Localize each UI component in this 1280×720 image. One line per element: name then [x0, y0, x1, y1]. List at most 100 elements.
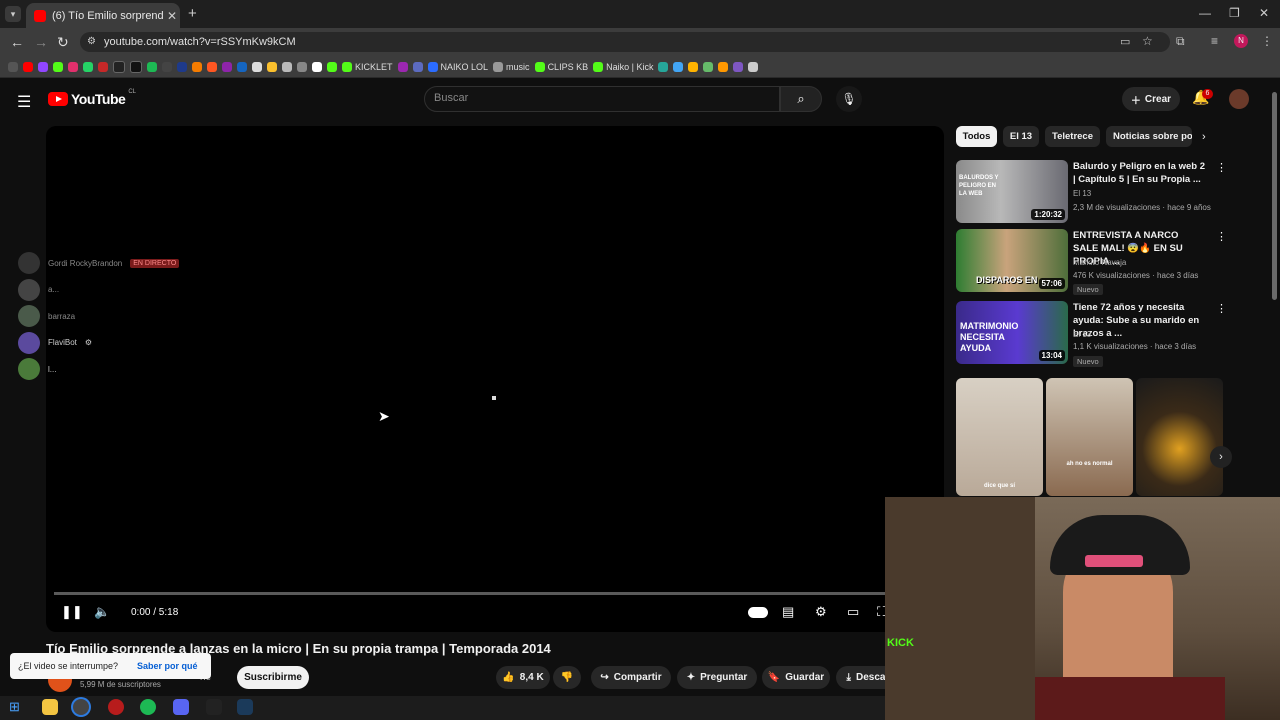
bookmark-icon[interactable]: [237, 61, 247, 72]
bookmark-icon[interactable]: [748, 61, 759, 72]
bookmark-icon[interactable]: [192, 61, 202, 72]
windows-start-icon[interactable]: ⊞: [9, 699, 25, 715]
learn-why-link[interactable]: Saber por qué: [137, 661, 198, 671]
recommended-video[interactable]: DISPAROS EN 57:06 ENTREVISTA A NARCO SAL…: [956, 229, 1227, 295]
bookmark-icon[interactable]: [733, 61, 744, 72]
bookmark-icon[interactable]: [658, 61, 669, 72]
bookmark-naiko-kick[interactable]: Naiko | Kick: [593, 61, 653, 72]
bookmark-icon[interactable]: [282, 61, 292, 72]
search-button[interactable]: ⌕: [780, 86, 822, 112]
rec-channel[interactable]: El 13: [1073, 189, 1091, 198]
new-tab-icon[interactable]: +: [188, 5, 197, 22]
miniplayer-icon[interactable]: ▭: [847, 604, 859, 620]
bookmark-icon[interactable]: [222, 61, 232, 72]
volume-icon[interactable]: 🔈: [94, 604, 110, 620]
restore-icon[interactable]: ❐: [1229, 6, 1240, 20]
app-icon[interactable]: [108, 699, 124, 715]
chip-el13[interactable]: El 13: [1003, 126, 1039, 147]
more-options-icon[interactable]: ⋮: [1216, 230, 1227, 243]
tab-search-icon[interactable]: ▾: [5, 6, 21, 22]
bookmark-clips-kb[interactable]: CLIPS KB: [534, 61, 588, 72]
bookmark-icon[interactable]: [688, 61, 699, 72]
create-button[interactable]: ＋ Crear: [1122, 87, 1180, 111]
rec-title[interactable]: Tiene 72 años y necesita ayuda: Sube a s…: [1073, 301, 1205, 340]
rec-channel[interactable]: Markito Navaja: [1073, 258, 1126, 267]
bookmark-star-icon[interactable]: ☆: [1142, 34, 1153, 48]
recommended-video[interactable]: BALURDOS Y PELIGRO EN LA WEB 1:20:32 Bal…: [956, 160, 1227, 226]
more-options-icon[interactable]: ⋮: [1216, 161, 1227, 174]
bookmark-icon[interactable]: [397, 61, 408, 72]
hamburger-menu-icon[interactable]: ☰: [17, 92, 31, 112]
video-thumbnail[interactable]: BALURDOS Y PELIGRO EN LA WEB 1:20:32: [956, 160, 1068, 223]
video-thumbnail[interactable]: DISPAROS EN 57:06: [956, 229, 1068, 292]
video-thumbnail[interactable]: MATRIMONIO NECESITA AYUDA 13:04: [956, 301, 1068, 364]
bookmark-icon[interactable]: [267, 61, 277, 72]
short-video[interactable]: dice que sí: [956, 378, 1043, 496]
rec-title[interactable]: Balurdo y Peligro en la web 2 | Capítulo…: [1073, 160, 1205, 186]
spotify-bookmark-icon[interactable]: [147, 61, 157, 72]
chevron-right-icon[interactable]: ›: [1202, 131, 1206, 143]
pause-icon[interactable]: ❚❚: [61, 604, 83, 620]
chrome-icon[interactable]: [73, 699, 89, 715]
bookmark-icon[interactable]: [297, 61, 307, 72]
settings-icon[interactable]: ⚙: [815, 604, 827, 620]
more-options-icon[interactable]: ⋮: [1216, 302, 1227, 315]
browser-tab[interactable]: (6) Tío Emilio sorprende a lanzas en la …: [26, 3, 180, 28]
shorts-next-icon[interactable]: ›: [1210, 446, 1232, 468]
url-text[interactable]: youtube.com/watch?v=rSSYmKw9kCM: [104, 36, 296, 48]
save-button[interactable]: 🔖 Guardar: [762, 666, 830, 689]
bookmark-icon[interactable]: [207, 61, 217, 72]
short-video[interactable]: [1136, 378, 1223, 496]
chip-teletrece[interactable]: Teletrece: [1045, 126, 1100, 147]
profile-avatar[interactable]: N: [1234, 34, 1248, 48]
bookmark-icon[interactable]: [312, 61, 322, 72]
forward-icon[interactable]: →: [34, 34, 48, 50]
bookmark-icon[interactable]: [177, 61, 187, 72]
voice-search-icon[interactable]: 🎙: [836, 86, 862, 112]
ask-button[interactable]: ✦ Preguntar: [677, 666, 757, 689]
tiktok-bookmark-icon[interactable]: [130, 60, 142, 73]
bookmark-naiko-lol[interactable]: NAIKO LOL: [427, 61, 488, 72]
cast-icon[interactable]: ▭: [1120, 35, 1130, 48]
twitch-bookmark-icon[interactable]: [38, 61, 48, 72]
kick-bookmark-icon[interactable]: [53, 61, 63, 72]
rec-channel[interactable]: El 13: [1073, 330, 1091, 339]
site-info-icon[interactable]: ⚙: [87, 36, 96, 47]
recommended-video[interactable]: MATRIMONIO NECESITA AYUDA 13:04 Tiene 72…: [956, 301, 1227, 367]
extensions-icon[interactable]: ⧉: [1176, 34, 1185, 49]
obs-icon[interactable]: [206, 699, 222, 715]
file-explorer-icon[interactable]: [42, 699, 58, 715]
chip-all[interactable]: Todos: [956, 126, 997, 147]
youtube-logo[interactable]: YouTube CL: [48, 89, 136, 107]
bookmark-music[interactable]: music: [493, 61, 530, 72]
bookmark-icon[interactable]: [673, 61, 684, 72]
x-bookmark-icon[interactable]: [113, 60, 125, 73]
browser-menu-icon[interactable]: ⋮: [1261, 34, 1273, 48]
chip-news[interactable]: Noticias sobre po: [1106, 126, 1192, 147]
discord-icon[interactable]: [173, 699, 189, 715]
close-window-icon[interactable]: ✕: [1259, 6, 1269, 20]
scrollbar[interactable]: [1272, 92, 1277, 300]
progress-bar[interactable]: [54, 592, 890, 595]
autoplay-toggle[interactable]: [748, 607, 768, 618]
back-icon[interactable]: ←: [10, 34, 24, 50]
media-controls-icon[interactable]: ≡: [1211, 34, 1218, 48]
apps-icon[interactable]: [8, 61, 18, 72]
subtitles-icon[interactable]: ▤: [782, 604, 794, 620]
short-video[interactable]: ah no es normal: [1046, 378, 1133, 496]
like-button[interactable]: 👍 8,4 K: [496, 666, 550, 689]
reload-icon[interactable]: ↻: [57, 34, 69, 51]
spotify-icon[interactable]: [140, 699, 156, 715]
steam-icon[interactable]: [237, 699, 253, 715]
share-button[interactable]: ↪ Compartir: [591, 666, 671, 689]
account-avatar[interactable]: [1229, 89, 1249, 109]
bookmark-icon[interactable]: [412, 61, 423, 72]
dislike-button[interactable]: 👎: [553, 666, 581, 689]
youtube-bookmark-icon[interactable]: [23, 61, 33, 72]
minimize-icon[interactable]: —: [1199, 6, 1211, 20]
bookmark-icon[interactable]: [162, 61, 172, 72]
whatsapp-bookmark-icon[interactable]: [83, 61, 93, 72]
bookmark-kicklet[interactable]: KICKLET: [342, 61, 393, 72]
video-player[interactable]: [46, 126, 944, 632]
bookmark-icon[interactable]: [98, 61, 108, 72]
